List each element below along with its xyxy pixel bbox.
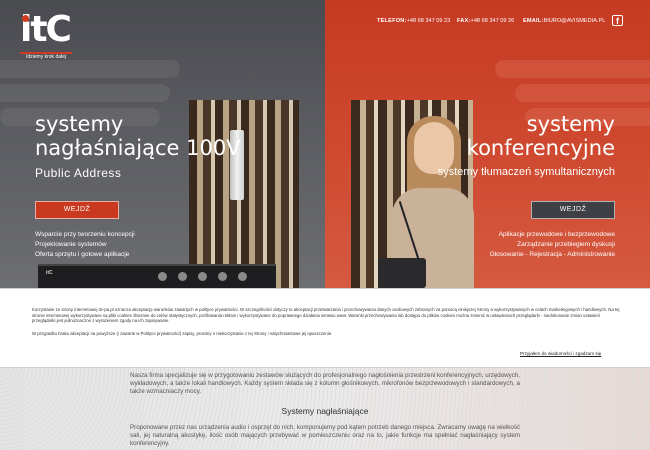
- fax-contact: FAX:+48 68 347 09 26: [457, 18, 514, 24]
- feature-item: Wsparcie przy tworzeniu koncepcji: [35, 231, 135, 238]
- fax-label: FAX:: [457, 18, 471, 24]
- hero-right-title-line2: konferencyjne: [466, 136, 615, 160]
- amplifier-image: itC: [38, 264, 276, 288]
- section-paragraph: Proponowane przez nas urządzenia audio i…: [130, 424, 520, 447]
- fax-value: +48 68 347 09 26: [470, 18, 515, 24]
- hero-left-title: systemy nagłaśniające 100V: [35, 112, 241, 160]
- microphone-base-image: [378, 258, 426, 288]
- phone-label: TELEFON:: [377, 18, 407, 24]
- hero-left-subtitle: Public Address: [35, 166, 122, 180]
- phone-value: +48 68 347 09 23: [406, 18, 451, 24]
- public-address-enter-button[interactable]: WEJDŹ: [35, 201, 119, 219]
- feature-item: Projektowanie systemów: [35, 241, 107, 248]
- logo-tagline: Idziemy krok dalej: [26, 54, 67, 60]
- email-label: EMAIL:: [523, 18, 544, 24]
- cookie-consent-bar: Korzystanie ze strony internetowej itc-p…: [0, 288, 650, 368]
- cookie-consent-warning: W przypadku braku akceptacji na powyższe…: [32, 331, 333, 336]
- hero-left-feature-list: Wsparcie przy tworzeniu koncepcji Projek…: [35, 230, 135, 260]
- hero-right-subtitle: systemy tłumaczeń symultanicznych: [437, 166, 615, 178]
- feature-item: Aplikacje przewodowe i bezprzewodowe: [498, 231, 615, 238]
- feature-item: Zarządzanie przebiegiem dyskusji: [517, 241, 615, 248]
- intro-paragraph: Nasza firma specjalizuje się w przygotow…: [130, 372, 520, 395]
- facebook-icon[interactable]: f: [612, 15, 623, 26]
- conference-enter-button[interactable]: WEJDŹ: [531, 201, 615, 219]
- cookie-consent-text: Korzystanie ze strony internetowej itc-p…: [32, 307, 620, 324]
- hero-right-title: systemy konferencyjne: [467, 112, 615, 160]
- section-title: Systemy nagłaśniające: [281, 406, 369, 416]
- hero-left-title-line1: systemy: [35, 112, 124, 136]
- site-logo[interactable]: itC: [20, 12, 76, 60]
- hero-section: itC itC Idziemy krok dalej TELEFON:+48 6…: [0, 0, 650, 288]
- logo-dot: [22, 15, 29, 22]
- feature-item: Oferta sprzętu i gotowe aplikacje: [35, 251, 130, 258]
- email-contact[interactable]: EMAIL:BIURO@AVISMEDIA.PL: [523, 18, 605, 24]
- cookie-accept-link[interactable]: Przyjałem do wiadomości i zgadzam się: [520, 351, 601, 356]
- feature-item: Głosowanie - Rejestracja - Administrowan…: [489, 251, 615, 258]
- hero-right-title-line1: systemy: [526, 112, 615, 136]
- content-section: Nasza firma specjalizuje się w przygotow…: [0, 368, 650, 450]
- hero-left-title-line2: nagłaśniające 100V: [35, 136, 241, 160]
- amplifier-brand-label: itC: [46, 270, 53, 276]
- hero-right-feature-list: Aplikacje przewodowe i bezprzewodowe Zar…: [490, 230, 615, 260]
- phone-contact[interactable]: TELEFON:+48 68 347 09 23: [377, 18, 450, 24]
- email-value: BIURO@AVISMEDIA.PL: [543, 18, 606, 24]
